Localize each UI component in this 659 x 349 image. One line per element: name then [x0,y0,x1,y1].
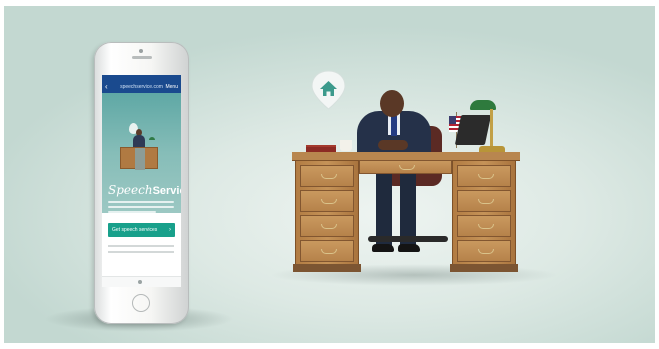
desk-drawer [457,215,511,237]
coffee-mug [340,140,352,151]
body-text-line [108,245,174,247]
desk-drawer [300,215,354,237]
desk-center-drawer [359,160,452,174]
back-button[interactable]: ‹ [105,82,108,92]
desk-drawer [457,190,511,212]
cta-button[interactable]: Get speech services › [108,223,175,237]
presenter-head [380,90,404,117]
drawer-handle [478,224,494,229]
drawer-handle [321,199,337,204]
speechservice-logo: SpeechService. [108,181,181,199]
menu-button[interactable]: Menu [165,83,178,91]
presenter-tie [391,116,397,136]
drawer-handle [478,249,494,254]
toolbar-dot-icon[interactable] [138,280,142,284]
desk-drawer [300,190,354,212]
chevron-right-icon: › [169,227,171,233]
hero-description [108,201,174,216]
logo-service-text: Service. [152,185,181,197]
promo-frame: ‹ speechservice.com Menu SpeechService. [0,0,659,349]
smartphone: ‹ speechservice.com Menu SpeechService. [94,42,189,324]
hero-text-line [108,206,174,208]
url-bar[interactable]: speechservice.com [120,83,163,91]
wooden-desk [292,152,520,272]
drawer-handle [399,165,415,170]
phone-speaker [132,56,152,59]
body-text-line [108,251,174,253]
lamp-stand [490,109,493,147]
desk-drawer [457,165,511,187]
hero-text-line [108,201,174,203]
desk-right-pedestal [452,160,516,268]
drawer-handle [321,224,337,229]
home-pin-icon [311,70,346,110]
phone-camera [139,49,143,53]
body-text [108,245,174,257]
desk-plinth [450,264,518,272]
hero-text-line [108,211,156,213]
drawer-handle [321,249,337,254]
desk-drawer [300,240,354,262]
phone-screen: ‹ speechservice.com Menu SpeechService. [102,75,181,287]
desk-drawer [300,165,354,187]
desk-plinth [293,264,361,272]
logo-speech-text: Speech [108,183,153,197]
desk-left-pedestal [295,160,359,268]
home-button[interactable] [132,294,150,312]
desk-drawer [457,240,511,262]
laptop [454,115,492,145]
presenter-hands [378,140,408,150]
drawer-handle [478,199,494,204]
drawer-handle [478,174,494,179]
mini-desk [120,147,158,170]
cta-label: Get speech services [112,227,158,233]
mini-lamp-icon [149,137,155,140]
hero-banner: SpeechService. [102,93,181,213]
browser-toolbar [102,276,181,287]
browser-nav-bar: ‹ speechservice.com Menu [102,81,181,93]
drawer-handle [321,174,337,179]
